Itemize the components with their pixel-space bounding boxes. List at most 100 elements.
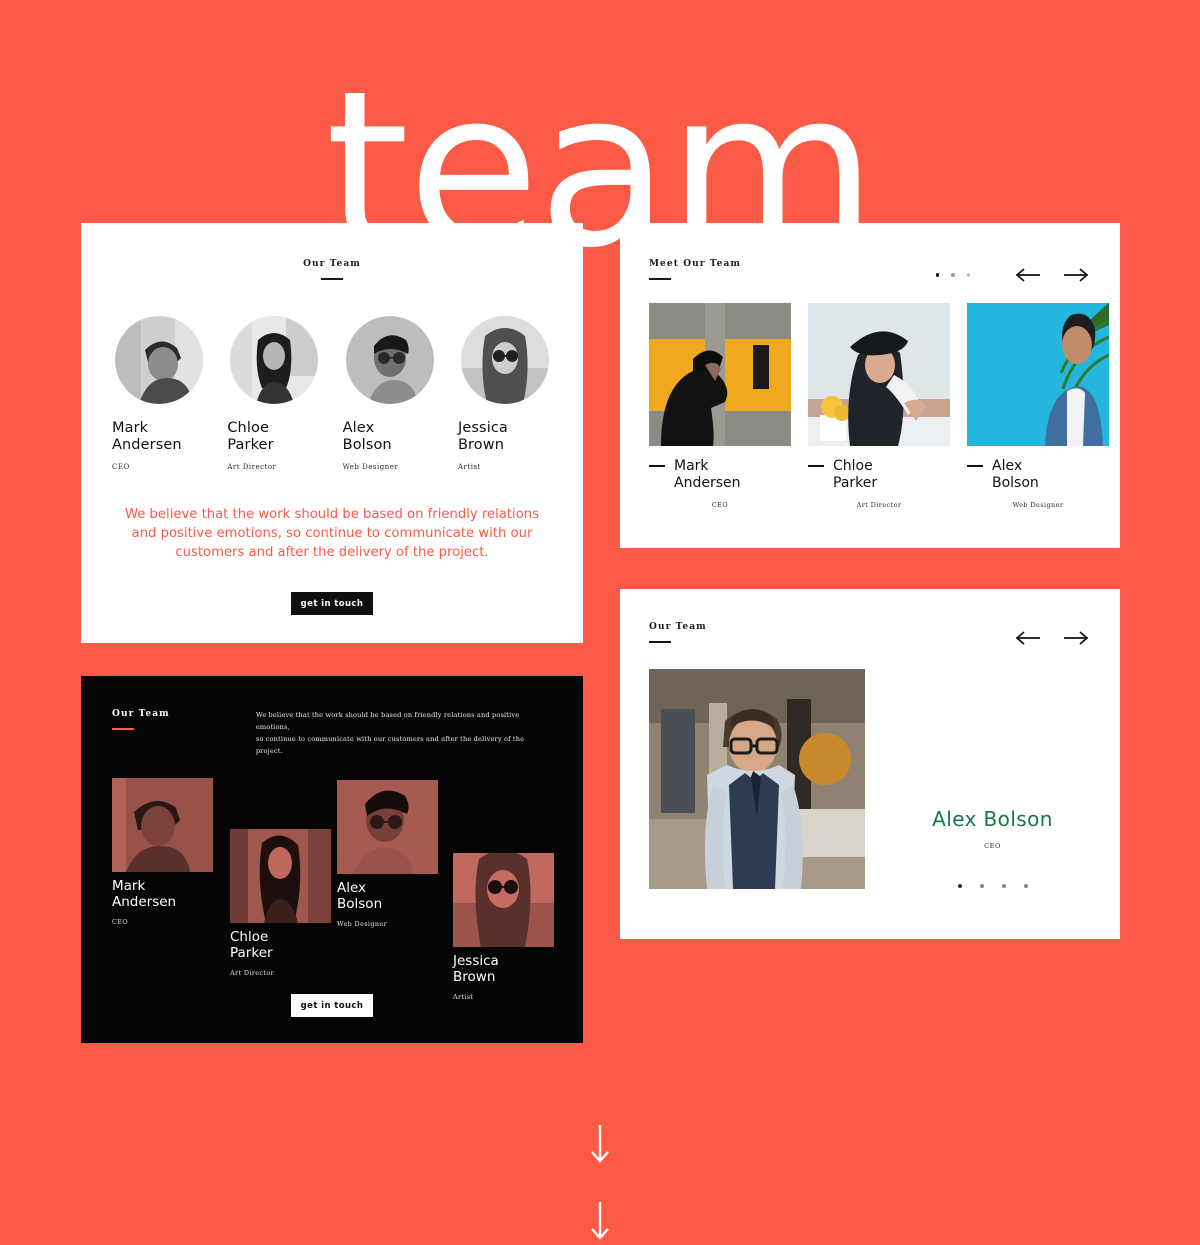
member-first-name: Jessica bbox=[453, 953, 499, 969]
dark-team-member[interactable]: Jessica Brown Artist bbox=[453, 853, 554, 1001]
dark-team-copy: We believe that the work should be based… bbox=[256, 709, 546, 757]
featured-slider-controls bbox=[1013, 630, 1091, 646]
team-grid-eyebrow: Our Team bbox=[303, 259, 361, 269]
featured-name: Alex Bolson bbox=[932, 807, 1053, 831]
member-name: Jessica Brown bbox=[458, 420, 552, 454]
name-dash-icon bbox=[649, 465, 665, 467]
featured-dot-2[interactable] bbox=[979, 884, 984, 888]
member-name: Alex Bolson bbox=[343, 420, 437, 454]
member-role: Art Director bbox=[856, 501, 902, 509]
member-role: Art Director bbox=[227, 463, 277, 471]
team-member-card[interactable]: Mark Andersen CEO bbox=[112, 316, 206, 471]
member-last-name: Andersen bbox=[112, 437, 182, 453]
featured-member-card: Our Team Alex Bolson CEO bbox=[620, 589, 1120, 939]
featured-eyebrow: Our Team bbox=[649, 622, 707, 632]
name-dash-icon bbox=[808, 465, 824, 467]
arrow-right-icon[interactable] bbox=[1061, 630, 1091, 646]
member-first-name: Alex bbox=[992, 458, 1023, 474]
featured-slider-dots bbox=[865, 884, 1120, 888]
member-name-row: Chloe Parker bbox=[808, 458, 950, 492]
member-last-name: Brown bbox=[457, 437, 504, 453]
slider-dot-1[interactable] bbox=[935, 273, 939, 277]
member-role: Artist bbox=[453, 993, 474, 1001]
team-avatar-list: Mark Andersen CEO Chloe Parker Art Direc… bbox=[81, 316, 583, 471]
dark-member-grid: Mark Andersen CEO Chloe Parker Art Direc… bbox=[81, 778, 583, 1001]
dark-team-card: Our Team We believe that the work should… bbox=[81, 676, 583, 1043]
arrow-left-icon[interactable] bbox=[1013, 630, 1043, 646]
member-name: Alex Bolson bbox=[337, 880, 438, 912]
member-name-row: Mark Andersen bbox=[649, 458, 791, 492]
team-member-card[interactable]: Alex Bolson Web Designer bbox=[343, 316, 437, 471]
arrow-down-icon[interactable] bbox=[590, 1124, 610, 1164]
featured-info: Alex Bolson CEO bbox=[865, 669, 1120, 889]
featured-dot-1[interactable] bbox=[957, 884, 962, 888]
get-in-touch-button[interactable]: get in touch bbox=[291, 994, 373, 1017]
dark-team-member[interactable]: Mark Andersen CEO bbox=[112, 778, 213, 926]
member-name-row: Alex Bolson bbox=[967, 458, 1109, 492]
featured-dot-4[interactable] bbox=[1023, 884, 1028, 888]
meet-team-eyebrow: Meet Our Team bbox=[649, 259, 742, 269]
featured-photo bbox=[649, 669, 865, 889]
member-photo bbox=[967, 303, 1109, 446]
member-name: Mark Andersen bbox=[674, 458, 741, 492]
slider-dot-3[interactable] bbox=[966, 273, 970, 277]
member-role: Artist bbox=[457, 463, 481, 471]
member-name: Chloe Parker bbox=[833, 458, 877, 492]
member-last-name: Brown bbox=[453, 969, 496, 985]
meet-team-member[interactable]: Alex Bolson Web Designer bbox=[967, 303, 1109, 509]
arrow-left-icon[interactable] bbox=[1013, 267, 1043, 283]
member-role: Art Director bbox=[230, 969, 275, 977]
member-photo bbox=[337, 780, 438, 874]
member-first-name: Alex bbox=[342, 420, 375, 436]
eyebrow-rule bbox=[649, 278, 671, 280]
dark-team-eyebrow: Our Team bbox=[112, 709, 170, 719]
meet-team-member[interactable]: Mark Andersen CEO bbox=[649, 303, 791, 509]
member-first-name: Alex bbox=[337, 880, 367, 896]
team-member-card[interactable]: Jessica Brown Artist bbox=[458, 316, 552, 471]
member-name: Mark Andersen bbox=[112, 420, 206, 454]
arrow-right-icon[interactable] bbox=[1061, 267, 1091, 283]
team-grid-card: Our Team Mark Andersen CEO Chloe Parker … bbox=[81, 223, 583, 643]
member-photo bbox=[230, 829, 331, 923]
team-grid-header: Our Team bbox=[81, 223, 583, 280]
member-role: CEO bbox=[112, 463, 130, 471]
avatar bbox=[230, 316, 319, 404]
team-quote: We believe that the work should be based… bbox=[124, 507, 540, 560]
member-last-name: Andersen bbox=[112, 894, 177, 910]
team-member-card[interactable]: Chloe Parker Art Director bbox=[227, 316, 321, 471]
meet-team-card: Meet Our Team Mark Andersen CEO Chloe Pa… bbox=[620, 223, 1120, 548]
avatar bbox=[345, 316, 434, 404]
arrow-down-icon[interactable] bbox=[590, 1201, 610, 1241]
member-name: Alex Bolson bbox=[992, 458, 1039, 492]
avatar bbox=[460, 316, 549, 404]
member-first-name: Mark bbox=[112, 878, 146, 894]
member-photo bbox=[808, 303, 950, 446]
member-photo bbox=[112, 778, 213, 872]
dark-team-member[interactable]: Alex Bolson Web Designer bbox=[337, 780, 438, 928]
member-photo bbox=[453, 853, 554, 947]
member-last-name: Bolson bbox=[992, 475, 1039, 491]
eyebrow-rule bbox=[321, 278, 343, 280]
slider-dot-2[interactable] bbox=[951, 273, 955, 277]
dark-copy-line-2: so continue to communicate with our cust… bbox=[255, 735, 525, 755]
member-name: Chloe Parker bbox=[227, 420, 321, 454]
meet-team-photo-list: Mark Andersen CEO Chloe Parker Art Direc… bbox=[649, 303, 1109, 509]
member-first-name: Jessica bbox=[457, 420, 508, 436]
slider-controls bbox=[935, 267, 1092, 283]
member-photo bbox=[649, 303, 791, 446]
scroll-down-indicators bbox=[0, 1124, 1200, 1245]
featured-dot-3[interactable] bbox=[1001, 884, 1006, 888]
member-last-name: Parker bbox=[227, 437, 274, 453]
member-first-name: Chloe bbox=[230, 929, 269, 945]
member-first-name: Mark bbox=[674, 458, 709, 474]
meet-team-member[interactable]: Chloe Parker Art Director bbox=[808, 303, 950, 509]
dark-team-header: Our Team We believe that the work should… bbox=[81, 676, 583, 757]
member-role: Web Designer bbox=[342, 463, 399, 471]
member-name: Chloe Parker bbox=[230, 929, 331, 961]
featured-header: Our Team bbox=[620, 589, 1120, 646]
member-name: Jessica Brown bbox=[453, 953, 554, 985]
get-in-touch-button[interactable]: get in touch bbox=[291, 592, 373, 615]
eyebrow-rule bbox=[112, 728, 134, 730]
dark-team-member[interactable]: Chloe Parker Art Director bbox=[230, 829, 331, 977]
member-name: Mark Andersen bbox=[112, 878, 213, 910]
